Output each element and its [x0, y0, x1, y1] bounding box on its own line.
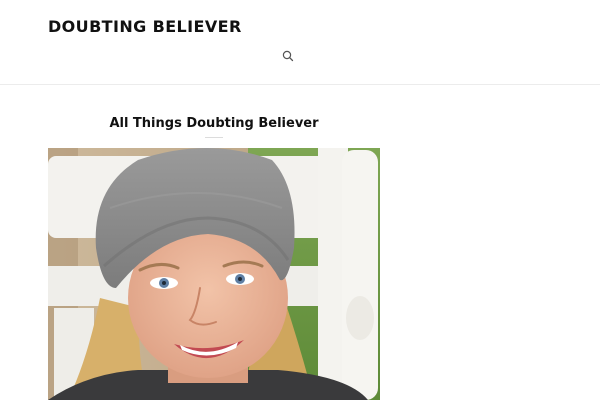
widget-title: All Things Doubting Believer: [109, 116, 319, 131]
site-header: DOUBTING BELIEVER: [0, 0, 600, 85]
search-icon[interactable]: [281, 49, 295, 63]
profile-photo: [48, 148, 380, 400]
title-divider: [205, 137, 223, 138]
site-title-link[interactable]: DOUBTING BELIEVER: [48, 16, 242, 38]
